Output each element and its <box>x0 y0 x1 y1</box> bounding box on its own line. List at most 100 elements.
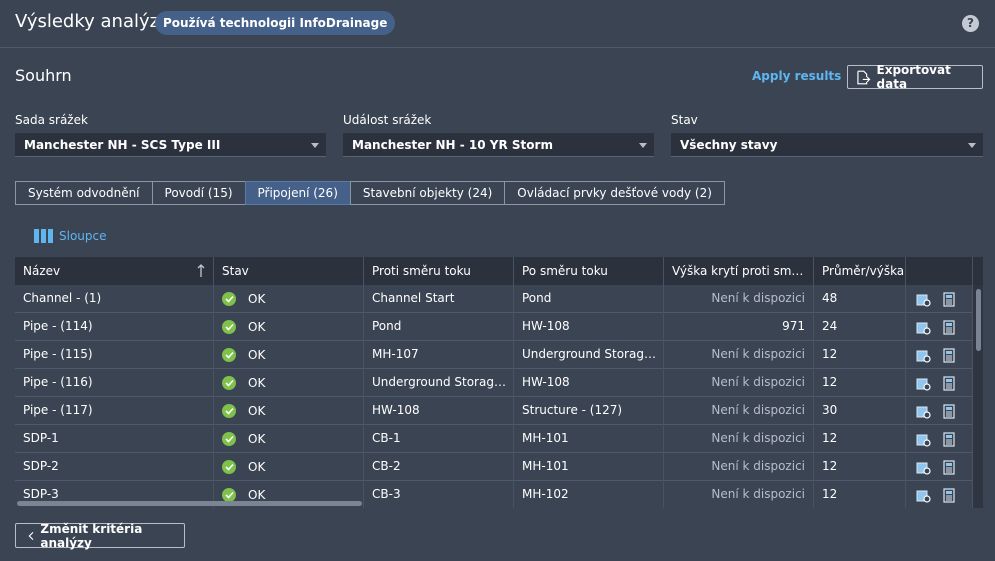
zoom-to-icon[interactable] <box>916 432 931 447</box>
status-label: OK <box>248 375 266 390</box>
cell-upstream: HW-108 <box>364 397 514 425</box>
status-label: OK <box>248 431 266 446</box>
check-circle-icon <box>222 376 236 390</box>
apply-results-link[interactable]: Apply results <box>752 69 841 83</box>
properties-icon[interactable] <box>943 431 955 447</box>
cell-status: OK <box>214 341 364 369</box>
cell-diameter: 24 <box>814 313 906 341</box>
cell-name: Pipe - (114) <box>15 313 214 341</box>
vertical-scroll-thumb[interactable] <box>976 289 981 351</box>
zoom-to-icon[interactable] <box>916 460 931 475</box>
table-row[interactable]: Pipe - (115) OK MH-107 Underground Storage … <box>15 341 973 369</box>
sort-ascending-icon <box>197 264 205 277</box>
tab-structures[interactable]: Stavební objekty (24) <box>349 181 506 205</box>
infodrainage-badge: Používá technologii InfoDrainage <box>155 11 396 35</box>
zoom-to-icon[interactable] <box>916 376 931 391</box>
cell-actions <box>906 453 973 481</box>
table-row[interactable]: Channel - (1) OK Channel Start Pond Není k d… <box>15 285 973 313</box>
question-icon[interactable]: ? <box>962 15 979 32</box>
tab-connections[interactable]: Připojení (26) <box>244 181 351 205</box>
cell-upstream: CB-1 <box>364 425 514 453</box>
table-row[interactable]: SDP-2 OK CB-2 MH-101 Není k dispozici 12 <box>15 453 973 481</box>
cell-upstream: Underground Storage - (1) <box>364 369 514 397</box>
horizontal-scrollbar[interactable] <box>15 499 973 508</box>
status-label: OK <box>248 459 266 474</box>
cell-name: Pipe - (116) <box>15 369 214 397</box>
rainfall-set-label: Sada srážek <box>15 113 88 127</box>
cell-diameter: 12 <box>814 369 906 397</box>
check-circle-icon <box>222 432 236 446</box>
vertical-scrollbar[interactable] <box>973 285 983 508</box>
rainfall-set-value: Manchester NH - SCS Type III <box>24 138 221 152</box>
column-header-diameter[interactable]: Průměr/výška <box>814 257 906 285</box>
columns-button[interactable]: Sloupce <box>34 229 107 243</box>
cell-status: OK <box>214 313 364 341</box>
tab-drainage-system[interactable]: Systém odvodnění <box>15 181 153 205</box>
column-header-actions <box>906 257 973 285</box>
cell-downstream: Pond <box>514 285 664 313</box>
column-header-downstream[interactable]: Po směru toku <box>514 257 664 285</box>
cell-actions <box>906 313 973 341</box>
table-row[interactable]: SDP-1 OK CB-1 MH-101 Není k dispozici 12 <box>15 425 973 453</box>
cell-status: OK <box>214 285 364 313</box>
status-filter-select[interactable]: Všechny stavy <box>671 133 983 157</box>
properties-icon[interactable] <box>943 403 955 419</box>
cell-downstream: HW-108 <box>514 313 664 341</box>
table-row[interactable]: Pipe - (114) OK Pond HW-108 971 24 <box>15 313 973 341</box>
cell-diameter: 48 <box>814 285 906 313</box>
check-circle-icon <box>222 404 236 418</box>
chevron-down-icon <box>968 143 976 148</box>
zoom-to-icon[interactable] <box>916 292 931 307</box>
rainfall-event-select[interactable]: Manchester NH - 10 YR Storm <box>343 133 654 157</box>
status-label: OK <box>248 403 266 418</box>
cell-upstream: Pond <box>364 313 514 341</box>
cell-actions <box>906 285 973 313</box>
cell-downstream: MH-101 <box>514 453 664 481</box>
column-header-name[interactable]: Název <box>15 257 214 285</box>
check-circle-icon <box>222 320 236 334</box>
zoom-to-icon[interactable] <box>916 320 931 335</box>
cell-name: Pipe - (117) <box>15 397 214 425</box>
cell-downstream: HW-108 <box>514 369 664 397</box>
horizontal-scroll-thumb[interactable] <box>17 501 362 506</box>
columns-icon <box>34 229 53 243</box>
cell-status: OK <box>214 425 364 453</box>
cell-cover-depth: Není k dispozici <box>664 397 814 425</box>
properties-icon[interactable] <box>943 375 955 391</box>
cell-actions <box>906 397 973 425</box>
change-analysis-criteria-label: Změnit kritéria analýzy <box>40 521 143 550</box>
table-body: Channel - (1) OK Channel Start Pond Není k d… <box>15 285 973 508</box>
rainfall-set-select[interactable]: Manchester NH - SCS Type III <box>15 133 326 157</box>
zoom-to-icon[interactable] <box>916 404 931 419</box>
table-row[interactable]: Pipe - (116) OK Underground Storage - (1)H… <box>15 369 973 397</box>
properties-icon[interactable] <box>943 319 955 335</box>
column-header-status[interactable]: Stav <box>214 257 364 285</box>
table-row[interactable]: Pipe - (117) OK HW-108 Structure - (127) Nen… <box>15 397 973 425</box>
check-circle-icon <box>222 292 236 306</box>
cell-cover-depth: Není k dispozici <box>664 369 814 397</box>
cell-name: Channel - (1) <box>15 285 214 313</box>
properties-icon[interactable] <box>943 291 955 307</box>
export-data-button[interactable]: Exportovat data <box>847 63 983 91</box>
result-tabs: Systém odvodnění Povodí (15) Připojení (… <box>15 181 725 205</box>
properties-icon[interactable] <box>943 459 955 475</box>
tab-catchments[interactable]: Povodí (15) <box>151 181 246 205</box>
properties-icon[interactable] <box>943 347 955 363</box>
zoom-to-icon[interactable] <box>916 348 931 363</box>
column-header-upstream[interactable]: Proti směru toku <box>364 257 514 285</box>
cell-cover-depth: Není k dispozici <box>664 285 814 313</box>
change-analysis-criteria-button[interactable]: Změnit kritéria analýzy <box>15 521 185 550</box>
table-header: Název Stav Proti směru toku Po směru tok… <box>15 257 983 285</box>
status-label: OK <box>248 291 266 306</box>
cell-downstream: MH-101 <box>514 425 664 453</box>
cell-downstream: Underground Storage - (1) <box>514 341 664 369</box>
tab-stormwater-controls[interactable]: Ovládací prvky dešťové vody (2) <box>504 181 725 205</box>
rainfall-event-label: Událost srážek <box>343 113 432 127</box>
cell-diameter: 30 <box>814 397 906 425</box>
cell-cover-depth: Není k dispozici <box>664 341 814 369</box>
cell-cover-depth: Není k dispozici <box>664 453 814 481</box>
column-header-cover-depth[interactable]: Výška krytí proti směru toku <box>664 257 814 285</box>
cell-downstream: Structure - (127) <box>514 397 664 425</box>
cell-cover-depth: 971 <box>664 313 814 341</box>
status-filter-value: Všechny stavy <box>680 138 778 152</box>
